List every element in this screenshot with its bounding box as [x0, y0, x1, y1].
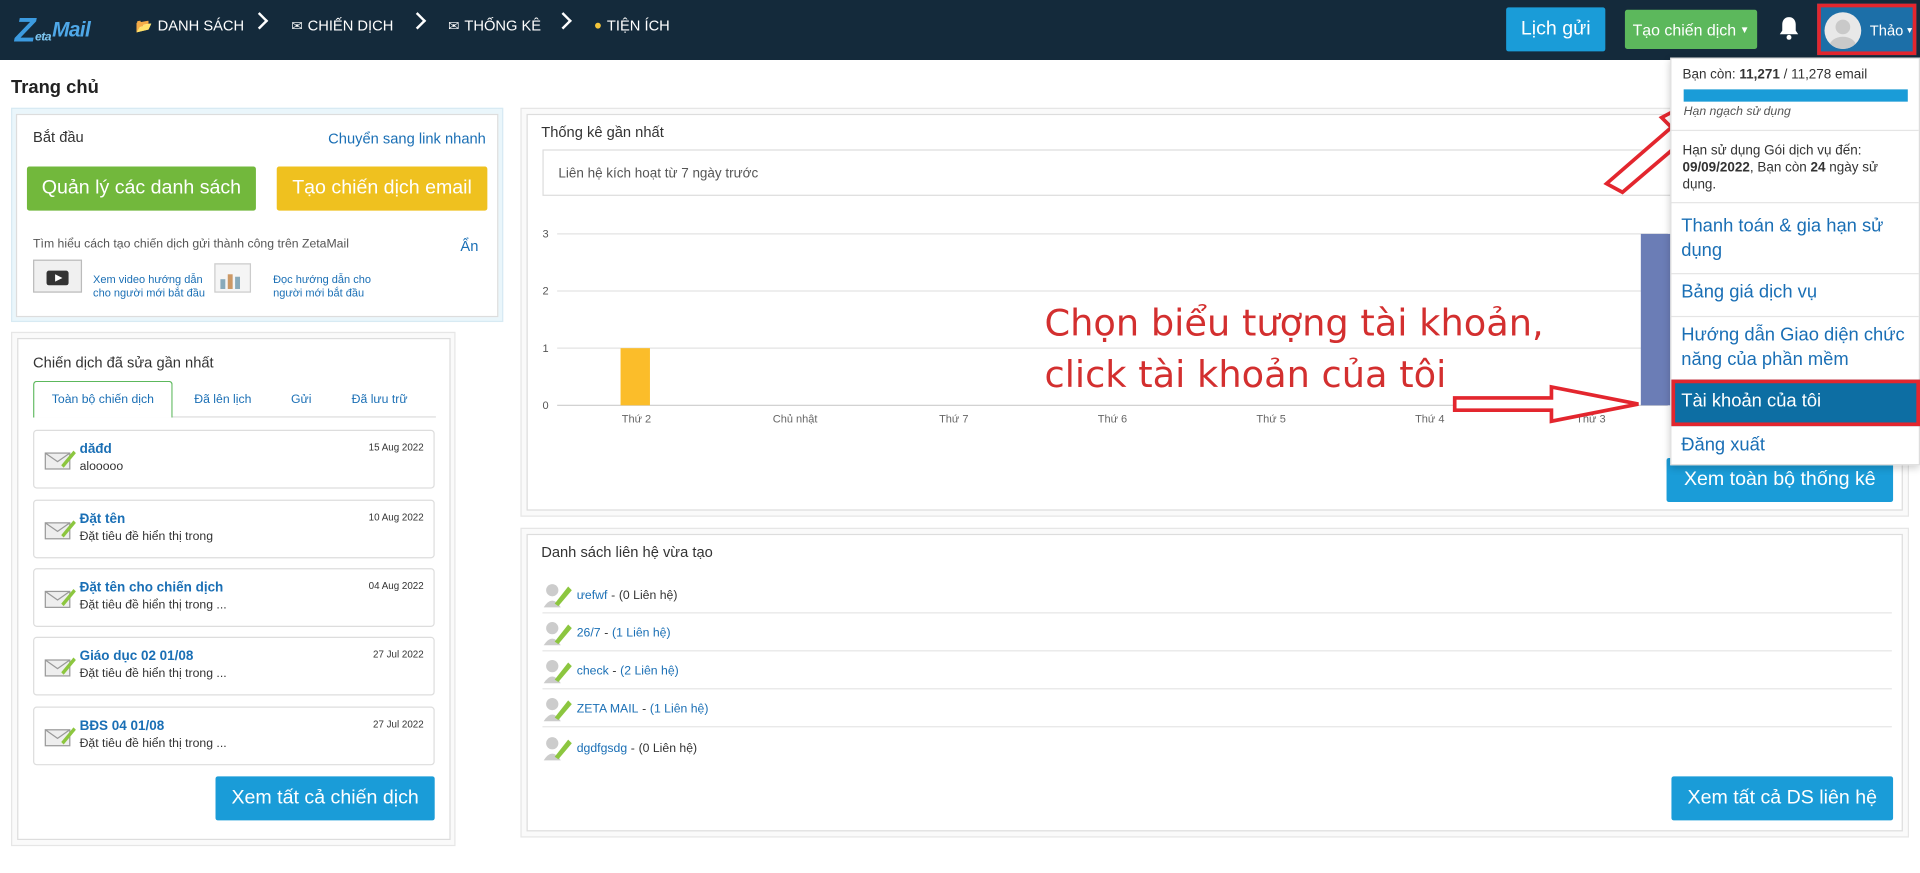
- arrow-to-my-account: [1452, 384, 1639, 424]
- menu-payment-renewal[interactable]: Thanh toán & gia hạn sử dụng: [1681, 214, 1914, 263]
- menu-logout[interactable]: Đăng xuất: [1681, 433, 1765, 457]
- account-dropdown-menu: Bạn còn: 11,271 / 11,278 email Hạn ngạch…: [1670, 57, 1920, 466]
- expiry-text: Hạn sử dụng Gói dịch vụ đến: 09/09/2022, …: [1682, 143, 1879, 193]
- menu-interface-guide[interactable]: Hướng dẫn Giao diện chức năng của phần m…: [1681, 323, 1920, 372]
- menu-pricing[interactable]: Bảng giá dịch vụ: [1681, 280, 1817, 304]
- quota-label: Hạn ngạch sử dụng: [1683, 105, 1791, 119]
- annotation-arrows: [1452, 79, 1731, 424]
- quota-text: Bạn còn: 11,271 / 11,278 email: [1682, 67, 1868, 83]
- quota-progress-bar: [1683, 89, 1908, 102]
- menu-my-account[interactable]: Tài khoản của tôi: [1671, 379, 1920, 427]
